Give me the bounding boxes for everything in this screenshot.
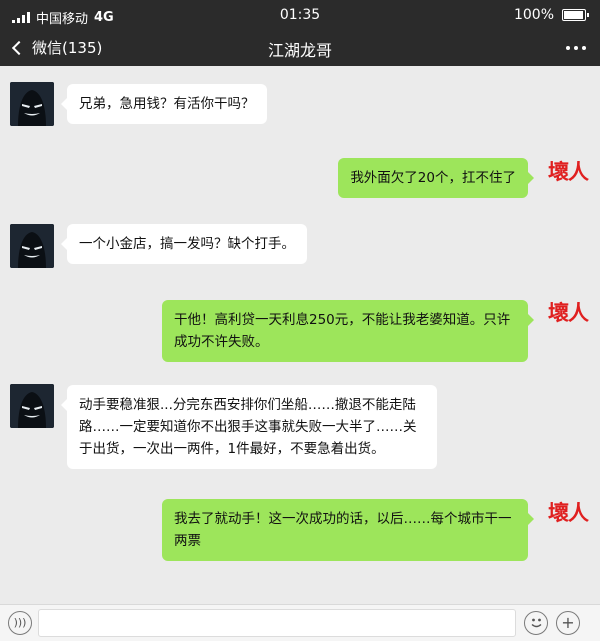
message-row: 壞人 我去了就动手！这一次成功的话，以后……每个城市干一两票 (0, 496, 600, 566)
message-input[interactable] (38, 609, 516, 637)
message-bubble[interactable]: 兄弟，急用钱？有活你干吗？ (61, 84, 267, 124)
message-bubble[interactable]: 我外面欠了20个，扛不住了 (338, 158, 534, 198)
message-row: 动手要稳准狠...分完东西安排你们坐船……撤退不能走陆路……一定要知道你不出狠手… (0, 382, 600, 472)
battery-icon (562, 9, 589, 21)
contact-avatar[interactable] (10, 224, 54, 268)
message-bubble[interactable]: 干他！高利贷一天利息250元，不能让我老婆知道。只许成功不许失败。 (162, 300, 534, 362)
my-avatar[interactable]: 壞人 (546, 157, 590, 187)
plus-icon[interactable]: + (556, 611, 580, 635)
message-bubble[interactable]: 动手要稳准狠...分完东西安排你们坐船……撤退不能走陆路……一定要知道你不出狠手… (61, 385, 437, 469)
more-dots-icon[interactable] (566, 46, 586, 50)
message-row: 一个小金店，搞一发吗？缺个打手。 (0, 222, 600, 272)
contact-avatar[interactable] (10, 384, 54, 428)
battery-fill (564, 11, 583, 19)
my-avatar[interactable]: 壞人 (546, 498, 590, 528)
status-time: 01:35 (279, 7, 321, 23)
battery-percent: 100% (513, 7, 554, 23)
status-bar: 中国移动 4G 01:35 100% (0, 0, 600, 30)
message-row: 壞人 我外面欠了20个，扛不住了 (0, 155, 600, 205)
input-bar: ))) + (0, 604, 600, 641)
message-row: 壞人 干他！高利贷一天利息250元，不能让我老婆知道。只许成功不许失败。 (0, 296, 600, 366)
chat-header: 微信(135) 江湖龙哥 (0, 30, 600, 66)
contact-avatar[interactable] (10, 82, 54, 126)
voice-icon[interactable]: ))) (8, 611, 32, 635)
emoji-icon[interactable] (524, 611, 548, 635)
message-bubble[interactable]: 一个小金店，搞一发吗？缺个打手。 (61, 224, 307, 264)
status-right: 100% (513, 7, 589, 23)
chat-title: 江湖龙哥 (267, 41, 332, 60)
my-avatar[interactable]: 壞人 (546, 298, 590, 328)
message-row: 兄弟，急用钱？有活你干吗？ (0, 80, 600, 130)
message-bubble[interactable]: 我去了就动手！这一次成功的话，以后……每个城市干一两票 (162, 499, 534, 561)
